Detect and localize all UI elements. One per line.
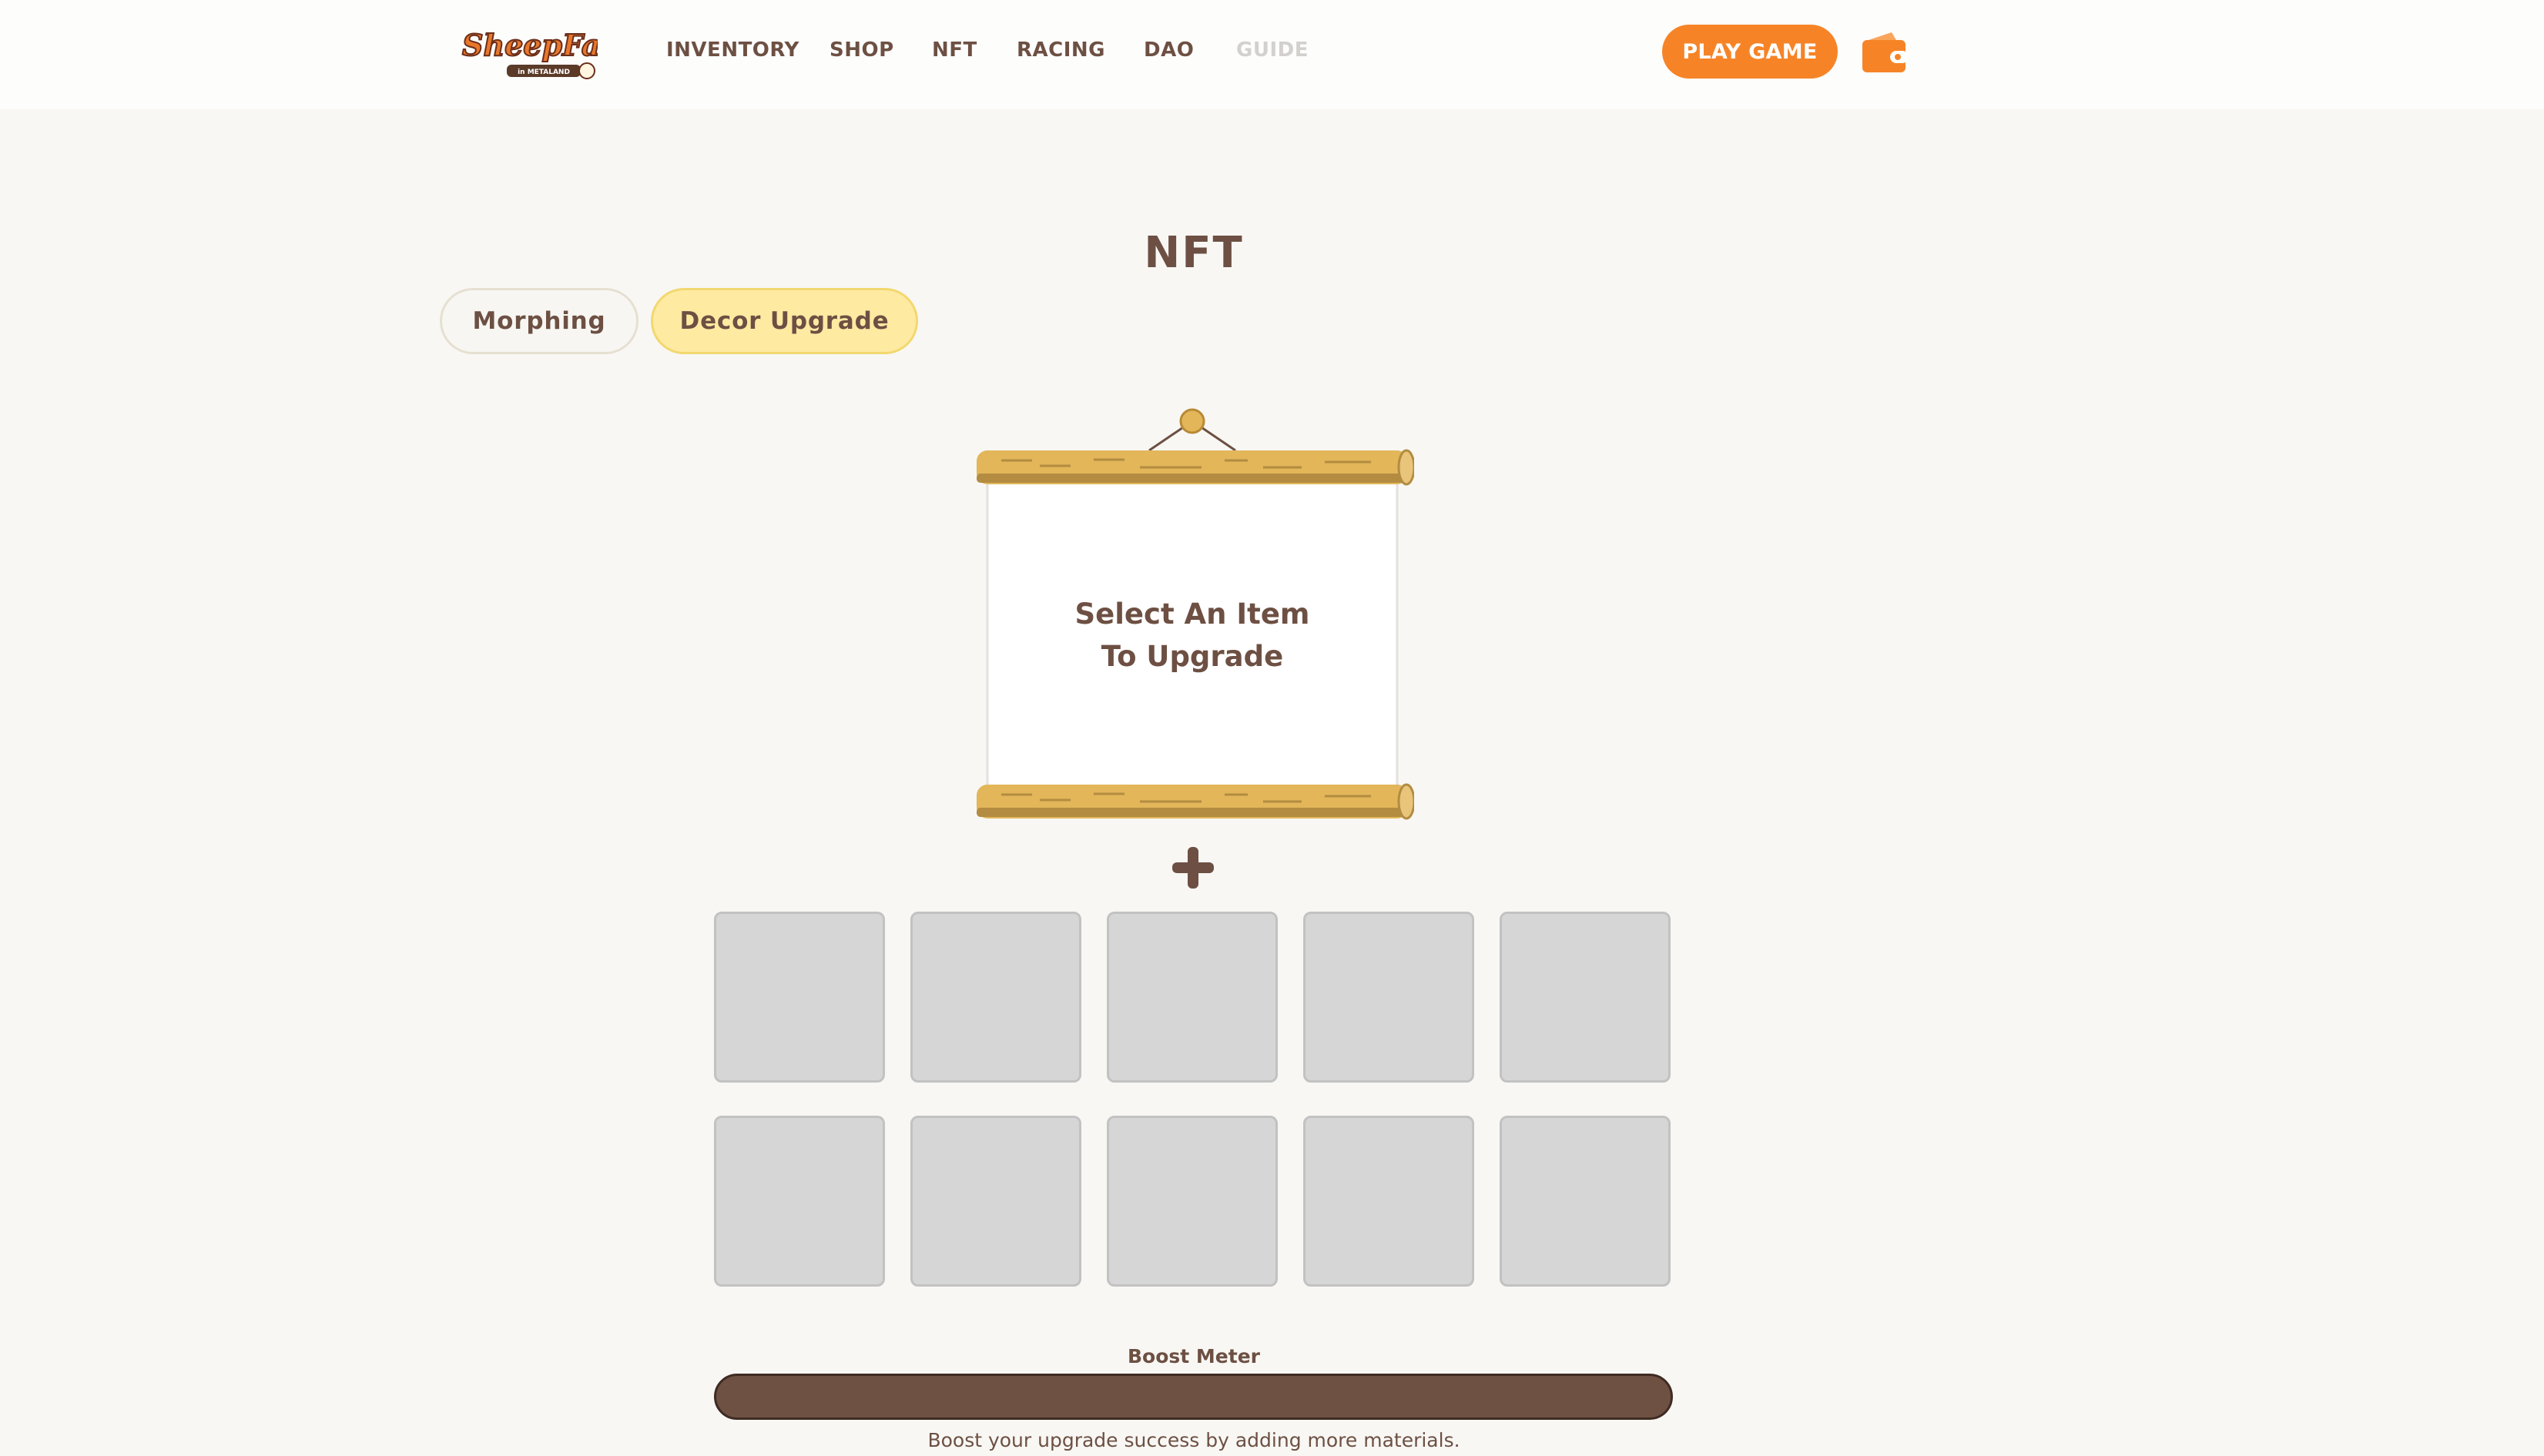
page-title: NFT bbox=[1144, 228, 1244, 278]
sheepfarm-logo[interactable]: SheepFarm in METALAND bbox=[459, 18, 598, 83]
material-slot-9[interactable] bbox=[1303, 1116, 1474, 1287]
nav-dao[interactable]: DAO bbox=[1144, 38, 1194, 62]
material-slot-5[interactable] bbox=[1500, 912, 1671, 1083]
scroll-pin-icon bbox=[1179, 408, 1205, 434]
scroll-prompt-line2: To Upgrade bbox=[1101, 640, 1284, 673]
material-slot-3[interactable] bbox=[1107, 912, 1278, 1083]
tab-decor-upgrade[interactable]: Decor Upgrade bbox=[651, 288, 918, 354]
material-slot-6[interactable] bbox=[714, 1116, 885, 1287]
play-game-button[interactable]: PLAY GAME bbox=[1662, 25, 1838, 79]
scroll-prompt-line1: Select An Item bbox=[1074, 597, 1310, 631]
material-slot-2[interactable] bbox=[910, 912, 1081, 1083]
tab-morphing[interactable]: Morphing bbox=[440, 288, 639, 354]
nav-shop[interactable]: SHOP bbox=[830, 38, 894, 62]
logo-text: SheepFarm bbox=[462, 28, 598, 62]
plus-icon bbox=[1172, 847, 1214, 889]
material-slot-4[interactable] bbox=[1303, 912, 1474, 1083]
nav-guide[interactable]: GUIDE bbox=[1236, 38, 1309, 62]
nav-racing[interactable]: RACING bbox=[1017, 38, 1105, 62]
scroll-prompt: Select An Item To Upgrade bbox=[986, 593, 1399, 678]
material-slot-10[interactable] bbox=[1500, 1116, 1671, 1287]
boost-meter-description: Boost your upgrade success by adding mor… bbox=[927, 1429, 1460, 1451]
boost-meter-label: Boost Meter bbox=[1127, 1345, 1260, 1367]
boost-meter-bar bbox=[714, 1374, 1673, 1420]
wallet-icon[interactable] bbox=[1861, 29, 1909, 75]
material-slot-1[interactable] bbox=[714, 912, 885, 1083]
scroll-bottom-rod bbox=[977, 783, 1414, 820]
nav-nft[interactable]: NFT bbox=[932, 38, 977, 62]
material-slot-7[interactable] bbox=[910, 1116, 1081, 1287]
scroll-top-rod bbox=[977, 449, 1414, 486]
logo-subtext: in METALAND bbox=[518, 69, 570, 76]
material-slot-8[interactable] bbox=[1107, 1116, 1278, 1287]
top-header: SheepFarm in METALAND INVENTORY SHOP NFT… bbox=[0, 0, 2544, 109]
nav-inventory[interactable]: INVENTORY bbox=[666, 38, 799, 62]
